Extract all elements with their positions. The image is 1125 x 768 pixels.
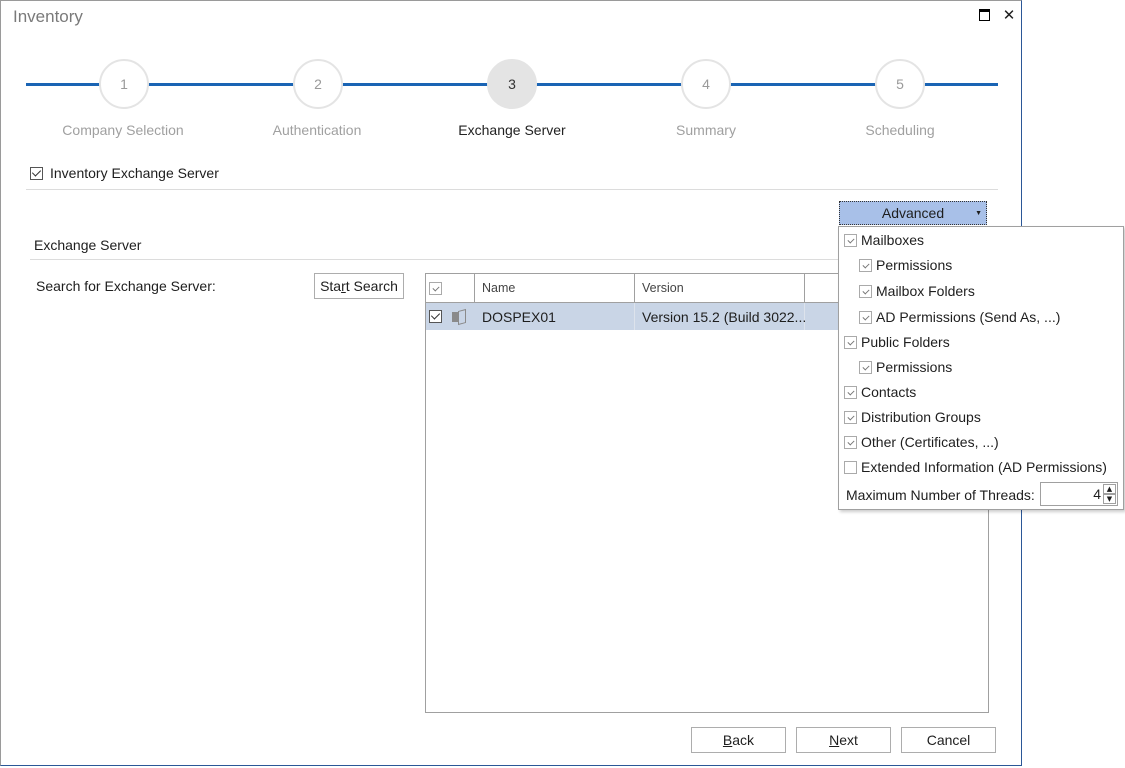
maximize-button[interactable] <box>976 7 992 23</box>
extended-information-label: Extended Information (AD Permissions) <box>861 459 1107 475</box>
menu-item-mailbox-permissions[interactable]: Permissions <box>859 257 952 273</box>
cancel-button[interactable]: Cancel <box>901 727 996 753</box>
section-divider <box>30 259 840 260</box>
next-label: ext <box>839 732 858 748</box>
divider <box>26 189 998 190</box>
menu-item-mailbox-folders[interactable]: Mailbox Folders <box>859 283 975 299</box>
public-folder-permissions-label: Permissions <box>876 359 953 375</box>
mailbox-folders-label: Mailbox Folders <box>876 283 975 299</box>
step-circle-4: 4 <box>681 59 731 109</box>
inventory-exchange-server-label: Inventory Exchange Server <box>50 165 219 181</box>
column-header-name[interactable]: Name <box>475 274 635 302</box>
next-mnemonic: N <box>829 732 840 748</box>
ad-permissions-checkbox[interactable] <box>859 310 872 324</box>
threads-label: Maximum Number of Threads: <box>846 487 1035 503</box>
arrow-up-icon: ▲ <box>1106 485 1113 493</box>
menu-item-distribution-groups[interactable]: Distribution Groups <box>844 409 981 425</box>
step-label-exchange-server: Exchange Server <box>458 122 566 138</box>
mailbox-folders-checkbox[interactable] <box>859 284 872 298</box>
public-folders-label: Public Folders <box>861 334 950 350</box>
mailbox-permissions-checkbox[interactable] <box>859 258 872 272</box>
menu-item-extended-information[interactable]: Extended Information (AD Permissions) <box>844 459 1107 475</box>
menu-item-public-folders[interactable]: Public Folders <box>844 334 950 350</box>
advanced-dropdown-button[interactable]: Advanced ▼ <box>839 201 987 225</box>
start-search-label-pre: Sta <box>320 278 342 294</box>
other-label: Other (Certificates, ...) <box>861 434 999 450</box>
column-header-version[interactable]: Version <box>635 274 805 302</box>
back-button[interactable]: Back <box>691 727 786 753</box>
menu-item-mailboxes[interactable]: Mailboxes <box>844 232 924 248</box>
search-label: Search for Exchange Server: <box>36 278 216 294</box>
public-folder-permissions-checkbox[interactable] <box>859 360 872 374</box>
step-label-authentication: Authentication <box>272 122 362 138</box>
extended-information-checkbox[interactable] <box>844 460 857 474</box>
advanced-label: Advanced <box>881 205 945 221</box>
back-mnemonic: B <box>722 732 733 748</box>
contacts-label: Contacts <box>861 384 917 400</box>
other-checkbox[interactable] <box>844 435 857 449</box>
step-label-summary: Summary <box>676 122 736 138</box>
start-search-label-post: t Search <box>345 278 398 294</box>
advanced-menu: Mailboxes Permissions Mailbox Folders AD… <box>838 226 1124 510</box>
threads-spinner[interactable]: 4 ▲ ▼ <box>1040 482 1118 506</box>
step-circle-5: 5 <box>875 59 925 109</box>
spin-down-button[interactable]: ▼ <box>1103 494 1116 504</box>
section-title: Exchange Server <box>34 237 142 253</box>
step-label-scheduling: Scheduling <box>865 122 935 138</box>
distribution-groups-label: Distribution Groups <box>861 409 981 425</box>
back-label: ack <box>732 732 755 748</box>
close-button[interactable]: ✕ <box>1001 7 1017 23</box>
checkbox-icon <box>30 166 43 180</box>
exchange-server-icon <box>452 308 466 325</box>
contacts-checkbox[interactable] <box>844 385 857 399</box>
row-version: Version 15.2 (Build 3022... <box>635 303 806 330</box>
menu-item-contacts[interactable]: Contacts <box>844 384 916 400</box>
step-label-company-selection: Company Selection <box>62 122 184 138</box>
ad-permissions-label: AD Permissions (Send As, ...) <box>876 309 1061 325</box>
menu-item-other[interactable]: Other (Certificates, ...) <box>844 434 999 450</box>
close-icon: ✕ <box>1002 6 1016 24</box>
mailbox-permissions-label: Permissions <box>876 257 953 273</box>
spin-up-button[interactable]: ▲ <box>1103 484 1116 494</box>
mailboxes-checkbox[interactable] <box>844 233 857 247</box>
menu-item-ad-permissions[interactable]: AD Permissions (Send As, ...) <box>859 309 1060 325</box>
maximize-icon <box>978 9 990 21</box>
step-circle-2: 2 <box>293 59 343 109</box>
window-title: Inventory <box>13 7 83 26</box>
step-circle-1: 1 <box>99 59 149 109</box>
distribution-groups-checkbox[interactable] <box>844 410 857 424</box>
mailboxes-label: Mailboxes <box>861 232 925 248</box>
dropdown-arrow-icon: ▼ <box>975 210 982 217</box>
step-circle-3: 3 <box>487 59 537 109</box>
start-search-button[interactable]: Sta r t Search <box>314 273 404 299</box>
public-folders-checkbox[interactable] <box>844 335 857 349</box>
arrow-down-icon: ▼ <box>1106 495 1113 503</box>
inventory-exchange-server-checkbox[interactable]: Inventory Exchange Server <box>30 165 219 181</box>
threads-value[interactable]: 4 <box>1093 486 1101 502</box>
select-all-checkbox-icon <box>429 281 442 295</box>
row-checkbox[interactable] <box>429 310 442 323</box>
row-name: DOSPEX01 <box>475 303 635 330</box>
next-button[interactable]: Next <box>796 727 891 753</box>
header-select-all[interactable] <box>426 274 475 302</box>
menu-item-public-folder-permissions[interactable]: Permissions <box>859 359 952 375</box>
